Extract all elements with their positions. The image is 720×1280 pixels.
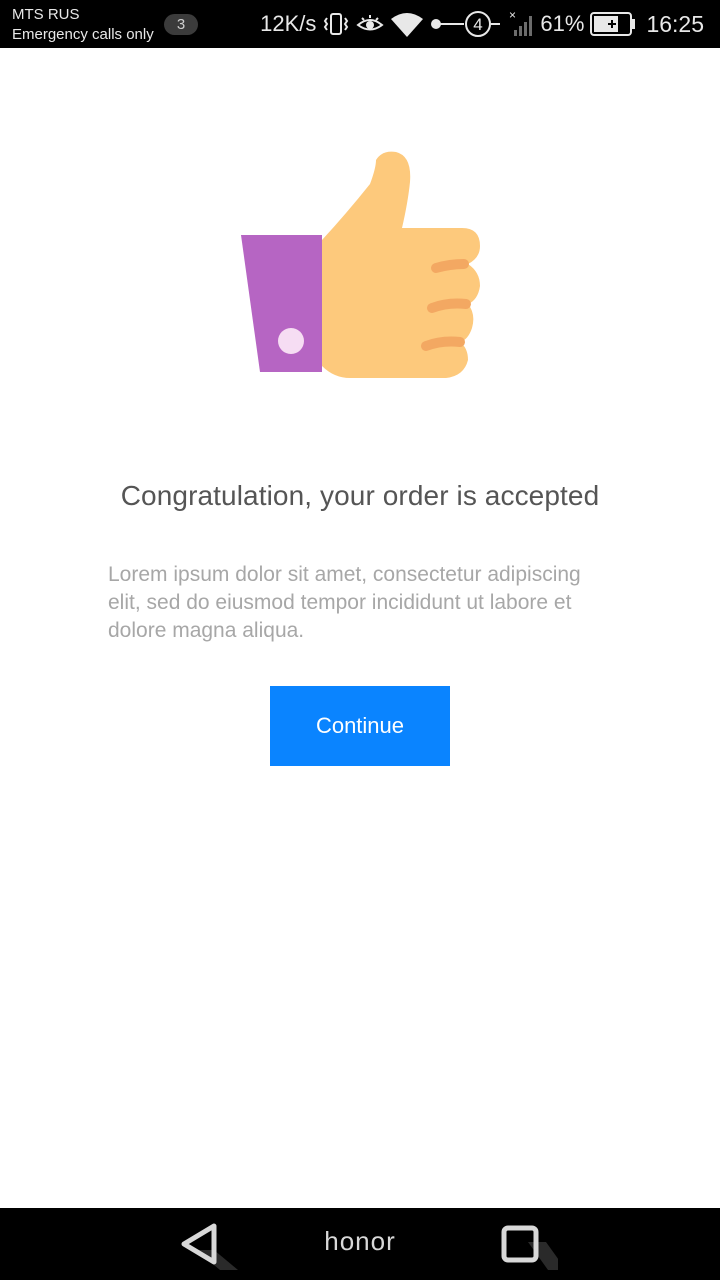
brand-logo: honor	[324, 1226, 396, 1256]
wifi-icon	[390, 10, 424, 38]
confirmation-description: Lorem ipsum dolor sit amet, consectetur …	[108, 563, 581, 642]
notification-count-badge[interactable]: 3	[164, 14, 198, 35]
confirmation-title: Congratulation, your order is accepted	[120, 480, 600, 511]
eye-comfort-icon	[356, 12, 385, 36]
vibrate-icon	[322, 12, 350, 36]
back-icon[interactable]	[178, 1222, 238, 1270]
status-bar: MTS RUS Emergency calls only 3 12K/s 4 ×…	[0, 0, 720, 48]
sleeve-shape	[241, 235, 322, 372]
order-confirmation-screen: Congratulation, your order is accepted L…	[0, 48, 720, 1208]
sim-slot-number: 4	[474, 15, 483, 34]
recent-apps-icon[interactable]	[498, 1222, 558, 1270]
status-icons: 12K/s 4 × 61% 16:25	[260, 0, 704, 48]
sleeve-button	[278, 328, 304, 354]
navigation-bar: honor	[0, 1208, 720, 1280]
svg-text:×: ×	[509, 10, 516, 22]
sim-slot-icon: 4	[430, 10, 502, 38]
battery-icon	[590, 11, 636, 37]
network-speed: 12K/s	[260, 11, 317, 36]
battery-percent: 61%	[540, 11, 585, 36]
thumbs-up-icon	[241, 151, 480, 378]
signal-icon: ×	[508, 10, 534, 38]
continue-button[interactable]: Continue	[270, 686, 450, 766]
carrier-info: MTS RUS Emergency calls only	[12, 5, 154, 46]
carrier-name: MTS RUS	[12, 6, 80, 23]
clock: 16:25	[646, 10, 704, 37]
emergency-calls-text: Emergency calls only	[12, 26, 154, 44]
